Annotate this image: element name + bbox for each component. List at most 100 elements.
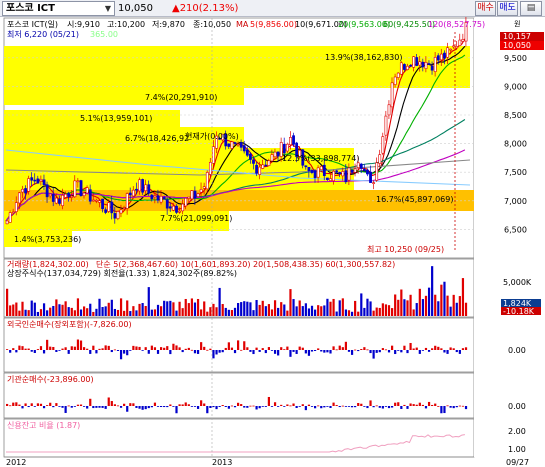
candle[interactable] xyxy=(178,210,181,213)
candle[interactable] xyxy=(433,57,437,72)
candle[interactable] xyxy=(350,169,354,173)
candle[interactable] xyxy=(98,200,101,203)
candle[interactable] xyxy=(273,151,277,158)
candle[interactable] xyxy=(24,188,27,194)
candle[interactable] xyxy=(292,135,295,145)
candle[interactable] xyxy=(144,184,148,191)
candle[interactable] xyxy=(461,39,465,42)
candle[interactable] xyxy=(381,136,385,154)
candle[interactable] xyxy=(181,203,185,212)
candle[interactable] xyxy=(255,164,258,174)
sell-button[interactable]: 매도 xyxy=(497,1,518,16)
candle[interactable] xyxy=(313,170,317,179)
candle[interactable] xyxy=(193,190,197,199)
candle[interactable] xyxy=(5,220,9,225)
candle[interactable] xyxy=(39,179,43,182)
candle[interactable] xyxy=(113,213,117,219)
candle[interactable] xyxy=(116,211,120,219)
candle[interactable] xyxy=(42,179,46,185)
candle[interactable] xyxy=(424,62,428,69)
candle[interactable] xyxy=(67,193,71,197)
candle[interactable] xyxy=(79,180,83,196)
candle[interactable] xyxy=(378,154,382,164)
candle[interactable] xyxy=(172,205,175,211)
candle[interactable] xyxy=(101,198,104,209)
candle[interactable] xyxy=(205,172,209,190)
candle[interactable] xyxy=(11,211,15,214)
candle[interactable] xyxy=(156,195,160,201)
candle[interactable] xyxy=(88,189,92,202)
candle[interactable] xyxy=(316,167,320,178)
candle[interactable] xyxy=(175,205,178,213)
candle[interactable] xyxy=(91,199,95,202)
candle[interactable] xyxy=(110,201,114,214)
candle[interactable] xyxy=(18,192,21,204)
candle[interactable] xyxy=(347,167,351,181)
candle[interactable] xyxy=(230,141,234,149)
candle[interactable] xyxy=(285,143,289,152)
candle[interactable] xyxy=(212,146,215,164)
candle[interactable] xyxy=(128,192,132,196)
candle[interactable] xyxy=(249,153,252,160)
chevron-down-icon[interactable]: ▼ xyxy=(105,2,111,15)
candle[interactable] xyxy=(412,56,416,68)
candle[interactable] xyxy=(64,193,68,198)
candle[interactable] xyxy=(135,188,138,191)
candle[interactable] xyxy=(236,143,240,146)
candle[interactable] xyxy=(282,143,286,154)
candle[interactable] xyxy=(95,199,98,202)
candle[interactable] xyxy=(33,179,37,182)
candle[interactable] xyxy=(409,65,412,67)
candle[interactable] xyxy=(264,164,268,167)
candle[interactable] xyxy=(455,46,459,49)
candle[interactable] xyxy=(335,170,339,173)
candle[interactable] xyxy=(307,167,311,172)
candle[interactable] xyxy=(159,195,163,203)
candle[interactable] xyxy=(270,154,274,162)
candle[interactable] xyxy=(51,193,55,202)
candle[interactable] xyxy=(190,190,194,200)
candle[interactable] xyxy=(304,165,308,168)
candle[interactable] xyxy=(58,199,61,204)
candle[interactable] xyxy=(439,53,443,61)
candle[interactable] xyxy=(141,179,145,193)
candle[interactable] xyxy=(147,184,151,194)
candle[interactable] xyxy=(430,65,434,71)
candle[interactable] xyxy=(359,163,363,169)
candle[interactable] xyxy=(61,194,64,206)
chart-area[interactable]: 13.9%(38,162,830) 7.4%(20,291,910) 5.1%(… xyxy=(0,17,545,467)
candle[interactable] xyxy=(150,194,154,200)
candle[interactable] xyxy=(208,162,212,175)
candle[interactable] xyxy=(252,159,255,164)
candle[interactable] xyxy=(199,189,203,193)
settings-icon[interactable]: ▤ xyxy=(520,1,542,16)
candle[interactable] xyxy=(245,149,249,156)
candle[interactable] xyxy=(332,170,335,182)
candle[interactable] xyxy=(227,143,231,147)
candle[interactable] xyxy=(276,151,280,157)
candle[interactable] xyxy=(202,186,206,189)
candle[interactable] xyxy=(326,177,329,180)
candle[interactable] xyxy=(14,202,18,212)
candle[interactable] xyxy=(406,65,409,70)
candle[interactable] xyxy=(21,188,24,193)
candle[interactable] xyxy=(187,196,191,199)
candle[interactable] xyxy=(353,168,357,173)
candle[interactable] xyxy=(8,212,12,223)
stock-name-select[interactable]: 포스코 ICT ▼ xyxy=(2,1,115,16)
candle[interactable] xyxy=(390,82,394,108)
candle[interactable] xyxy=(36,178,40,184)
candle[interactable] xyxy=(27,178,31,192)
candle[interactable] xyxy=(239,142,243,148)
candle[interactable] xyxy=(387,104,391,116)
candle[interactable] xyxy=(242,145,246,152)
candle[interactable] xyxy=(427,63,431,65)
candle[interactable] xyxy=(356,162,360,168)
candle[interactable] xyxy=(267,160,271,166)
candle[interactable] xyxy=(45,184,49,198)
candle[interactable] xyxy=(344,170,348,183)
candle[interactable] xyxy=(443,52,446,59)
candle[interactable] xyxy=(362,169,366,171)
candle[interactable] xyxy=(403,64,406,70)
candle[interactable] xyxy=(131,189,135,197)
